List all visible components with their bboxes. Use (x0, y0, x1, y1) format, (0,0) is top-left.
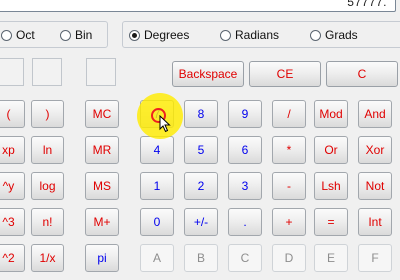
radio-degrees-label: Degrees (144, 28, 190, 42)
mouse-pointer-icon (159, 115, 171, 133)
backspace-button[interactable]: Backspace (172, 61, 244, 87)
radio-degrees[interactable]: Degrees (129, 27, 189, 43)
radio-bin-circle[interactable] (60, 29, 71, 41)
sci-col2-button[interactable]: 1/x (31, 244, 64, 272)
memory-store-button[interactable]: MS (85, 172, 119, 200)
sci-col2-button[interactable]: log (31, 172, 64, 200)
pi-button[interactable]: pi (85, 244, 119, 272)
blank-box-middle (32, 58, 62, 86)
subtract-button[interactable]: - (272, 172, 306, 200)
left-shift-button[interactable]: Lsh (314, 172, 348, 200)
radio-grads-circle[interactable] (310, 29, 321, 41)
hex-a-button[interactable]: A (140, 244, 174, 272)
radio-radians-circle[interactable] (220, 29, 231, 41)
int-button[interactable]: Int (358, 208, 392, 236)
hex-d-button[interactable]: D (272, 244, 306, 272)
display-value: 57777. (347, 0, 387, 9)
clear-button[interactable]: C (326, 61, 398, 87)
radio-radians[interactable]: Radians (220, 27, 279, 43)
digit-3-button[interactable]: 3 (228, 172, 262, 200)
digit-4-button[interactable]: 4 (140, 136, 174, 164)
blank-box-left (0, 58, 24, 86)
digit-8-button[interactable]: 8 (184, 100, 218, 128)
memory-recall-button[interactable]: MR (85, 136, 119, 164)
mod-button[interactable]: Mod (314, 100, 348, 128)
hex-b-button[interactable]: B (184, 244, 218, 272)
digit-1-button[interactable]: 1 (140, 172, 174, 200)
number-base-group: Oct Bin (0, 21, 108, 48)
radio-degrees-circle[interactable] (129, 29, 140, 41)
sci-col1-button[interactable]: ^y (0, 172, 25, 200)
sci-col1-button[interactable]: ^2 (0, 244, 25, 272)
clear-entry-button[interactable]: CE (249, 61, 321, 87)
hex-e-button[interactable]: E (314, 244, 348, 272)
hex-f-button[interactable]: F (358, 244, 392, 272)
xor-button[interactable]: Xor (358, 136, 392, 164)
equals-button[interactable]: = (314, 208, 348, 236)
digit-0-button[interactable]: 0 (140, 208, 174, 236)
digit-6-button[interactable]: 6 (228, 136, 262, 164)
or-button[interactable]: Or (314, 136, 348, 164)
radio-oct-circle[interactable] (1, 29, 12, 41)
sci-col1-button[interactable]: ( (0, 100, 25, 128)
multiply-button[interactable]: * (272, 136, 306, 164)
memory-indicator-box (86, 58, 116, 86)
radio-grads[interactable]: Grads (310, 27, 358, 43)
decimal-point-button[interactable]: . (228, 208, 262, 236)
sci-col1-button[interactable]: xp (0, 136, 25, 164)
radio-bin-label: Bin (75, 28, 93, 42)
sign-toggle-button[interactable]: +/- (184, 208, 218, 236)
sci-col2-button[interactable]: ln (31, 136, 64, 164)
hex-c-button[interactable]: C (228, 244, 262, 272)
sci-col1-button[interactable]: ^3 (0, 208, 25, 236)
sci-col2-button[interactable]: n! (31, 208, 64, 236)
angle-mode-group: Degrees Radians Grads (122, 21, 400, 48)
memory-clear-button[interactable]: MC (85, 100, 119, 128)
sci-col2-button[interactable]: ) (31, 100, 64, 128)
not-button[interactable]: Not (358, 172, 392, 200)
divide-button[interactable]: / (272, 100, 306, 128)
calculator-display: 57777. (0, 0, 396, 12)
and-button[interactable]: And (358, 100, 392, 128)
radio-oct[interactable]: Oct (1, 27, 35, 43)
radio-oct-label: Oct (16, 28, 35, 42)
digit-9-button[interactable]: 9 (228, 100, 262, 128)
radio-grads-label: Grads (325, 28, 358, 42)
radio-bin[interactable]: Bin (60, 27, 92, 43)
add-button[interactable]: + (272, 208, 306, 236)
digit-5-button[interactable]: 5 (184, 136, 218, 164)
memory-add-button[interactable]: M+ (85, 208, 119, 236)
radio-radians-label: Radians (235, 28, 280, 42)
digit-2-button[interactable]: 2 (184, 172, 218, 200)
